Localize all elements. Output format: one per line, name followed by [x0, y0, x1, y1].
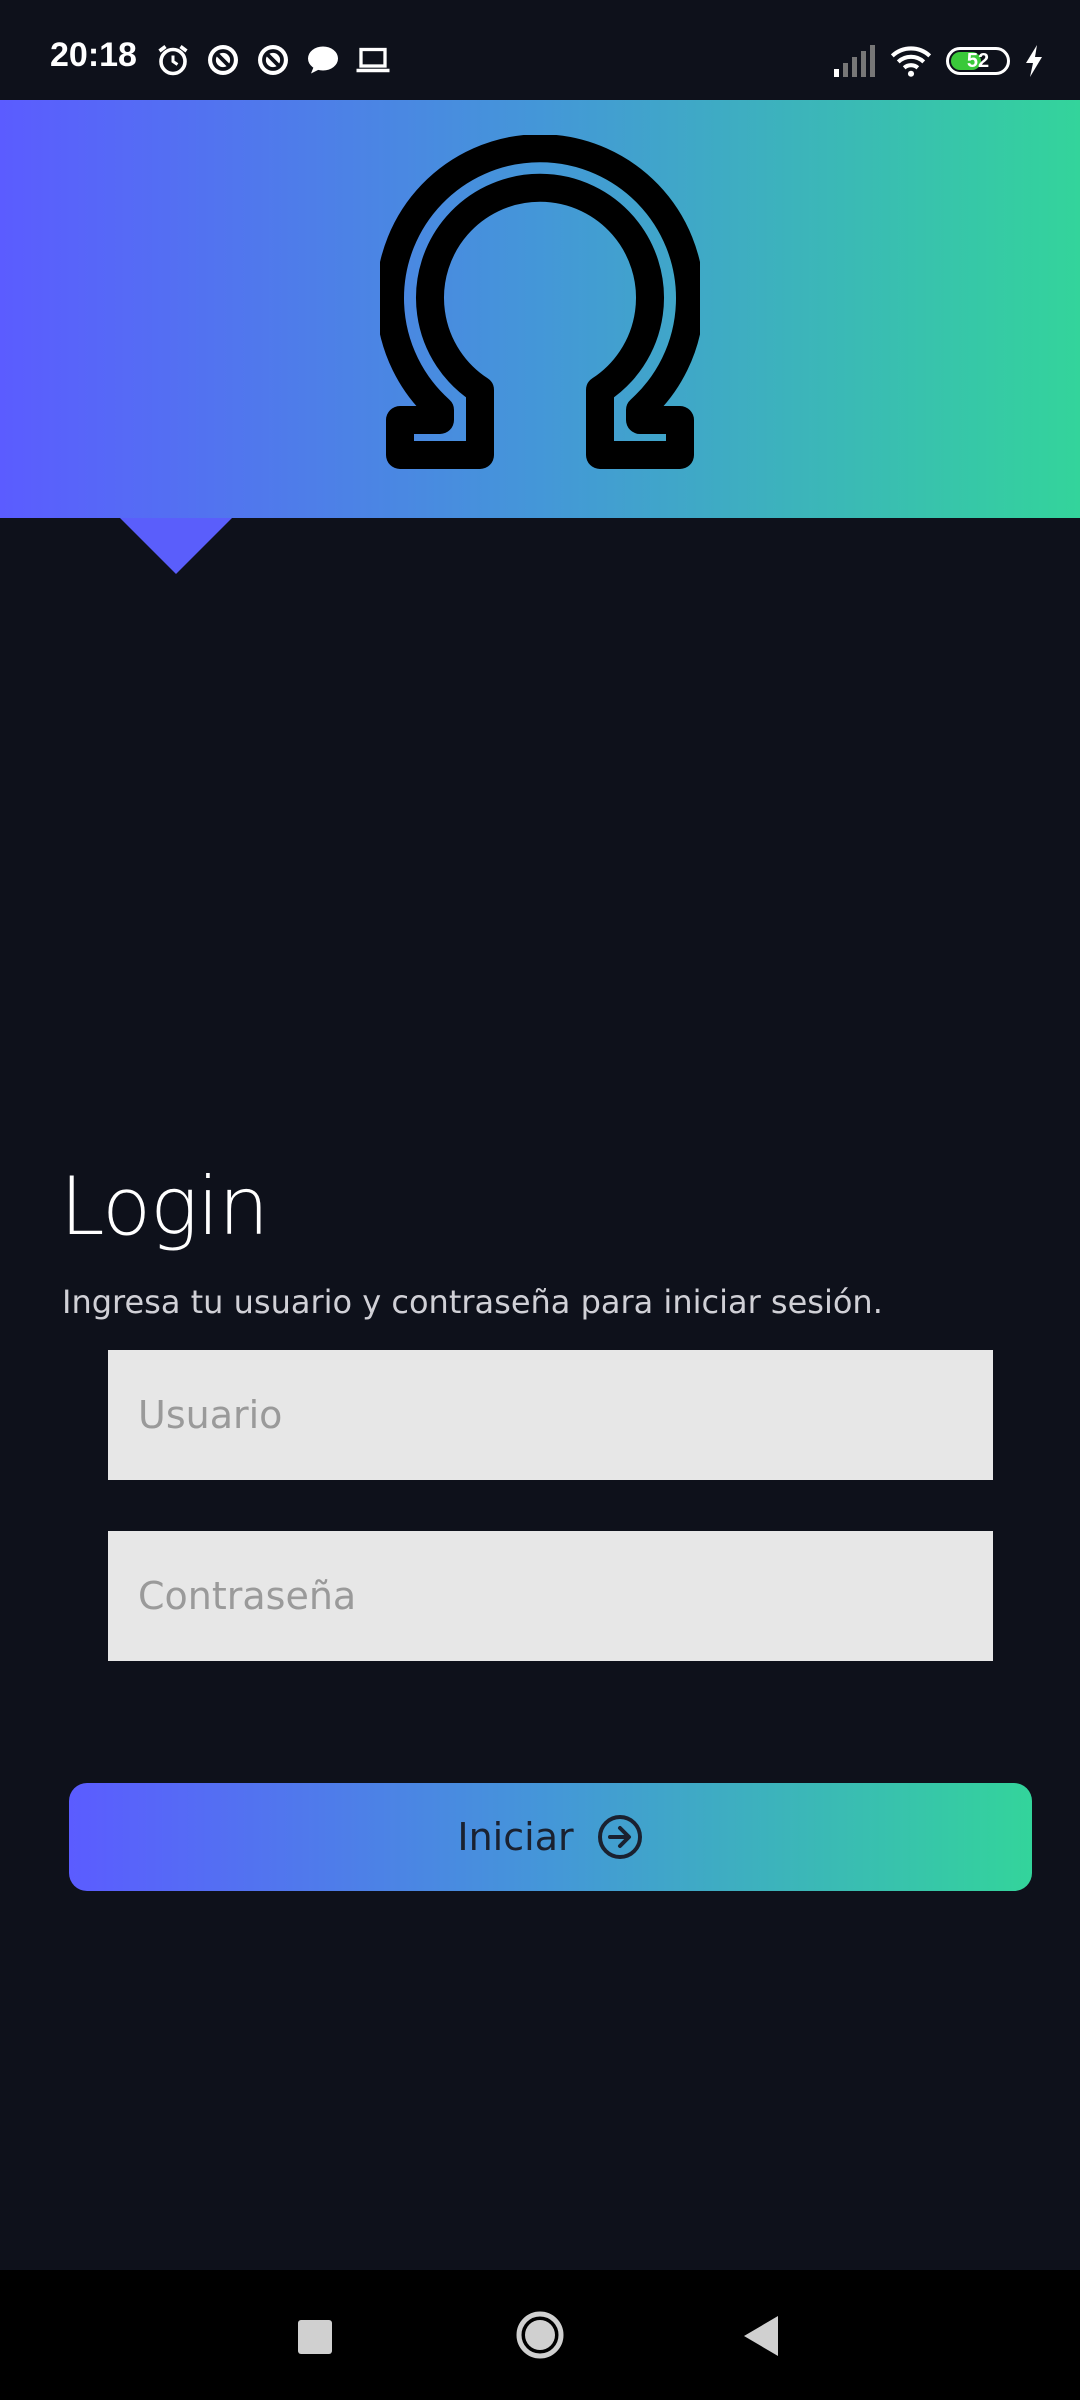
header-pointer	[120, 518, 232, 574]
home-button[interactable]	[515, 2310, 565, 2360]
login-button[interactable]: Iniciar	[69, 1783, 1032, 1891]
status-right: 52	[834, 44, 1044, 78]
status-time: 20:18	[50, 36, 137, 74]
battery-icon: 52	[946, 47, 1010, 75]
alarm-icon	[158, 45, 188, 76]
login-subtitle: Ingresa tu usuario y contraseña para ini…	[62, 1283, 883, 1321]
battery-level: 52	[966, 49, 990, 72]
wifi-icon	[890, 46, 932, 77]
back-button[interactable]	[740, 2314, 780, 2358]
status-bar: 20:18 52	[0, 0, 1080, 100]
recent-apps-button[interactable]	[298, 2320, 332, 2354]
vpn-icon	[208, 45, 238, 75]
notification-icons	[155, 42, 391, 78]
vpn-icon	[258, 45, 288, 75]
arrow-right-circle-icon	[597, 1815, 642, 1859]
laptop-icon	[356, 47, 390, 73]
username-field[interactable]	[108, 1350, 993, 1480]
omega-logo-icon	[380, 135, 700, 469]
login-button-label: Iniciar	[457, 1815, 574, 1859]
signal-icon	[834, 45, 875, 77]
password-field[interactable]	[108, 1531, 993, 1661]
page-title: Login	[60, 1160, 269, 1253]
navigation-bar	[0, 2270, 1080, 2400]
chat-icon	[308, 46, 338, 74]
charging-icon	[1026, 45, 1042, 77]
